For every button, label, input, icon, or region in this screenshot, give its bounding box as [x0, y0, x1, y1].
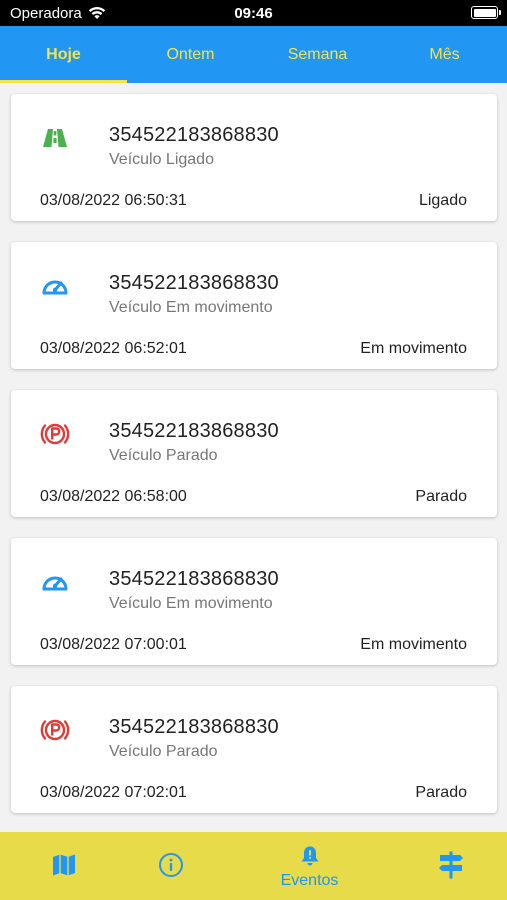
event-card[interactable]: 354522183868830 Veículo Parado 03/08/202… — [11, 686, 497, 813]
event-status: Em movimento — [360, 340, 467, 357]
speedometer-icon — [39, 566, 71, 598]
event-card[interactable]: 354522183868830 Veículo Em movimento 03/… — [11, 538, 497, 665]
info-icon — [158, 852, 184, 883]
event-card[interactable]: 354522183868830 Veículo Em movimento 03/… — [11, 242, 497, 369]
bottom-nav: Eventos — [0, 832, 507, 900]
map-icon — [51, 852, 77, 883]
parking-icon — [39, 714, 71, 746]
device-id: 354522183868830 — [109, 272, 279, 294]
event-datetime: 03/08/2022 06:50:31 — [40, 192, 187, 209]
event-card[interactable]: 354522183868830 Veículo Ligado 03/08/202… — [11, 94, 497, 221]
event-datetime: 03/08/2022 06:52:01 — [40, 340, 187, 357]
tab-ontem[interactable]: Ontem — [127, 26, 254, 83]
event-status: Ligado — [418, 192, 467, 209]
signpost-icon — [436, 850, 466, 885]
event-status: Em movimento — [360, 636, 467, 653]
tab-hoje[interactable]: Hoje — [0, 26, 127, 83]
battery-icon — [471, 6, 501, 19]
event-description: Veículo Parado — [109, 447, 218, 464]
event-description: Veículo Parado — [109, 743, 218, 760]
event-card[interactable]: 354522183868830 Veículo Parado 03/08/202… — [11, 390, 497, 517]
nav-info[interactable] — [107, 832, 234, 900]
event-datetime: 03/08/2022 06:58:00 — [40, 488, 187, 505]
top-tab-bar: Hoje Ontem Semana Mês — [0, 26, 507, 83]
event-description: Veículo Ligado — [109, 151, 214, 168]
event-description: Veículo Em movimento — [109, 299, 273, 316]
tab-mes[interactable]: Mês — [381, 26, 507, 83]
nav-directions[interactable] — [387, 832, 507, 900]
device-id: 354522183868830 — [109, 124, 279, 146]
event-list[interactable]: 354522183868830 Veículo Ligado 03/08/202… — [0, 83, 507, 832]
event-datetime: 03/08/2022 07:02:01 — [40, 784, 187, 801]
event-description: Veículo Em movimento — [109, 595, 273, 612]
speedometer-icon — [39, 270, 71, 302]
parking-icon — [39, 418, 71, 450]
status-bar: Operadora 09:46 — [0, 0, 507, 26]
event-datetime: 03/08/2022 07:00:01 — [40, 636, 187, 653]
device-id: 354522183868830 — [109, 568, 279, 590]
event-status: Parado — [415, 784, 467, 801]
device-id: 354522183868830 — [109, 716, 279, 738]
device-id: 354522183868830 — [109, 420, 279, 442]
event-status: Parado — [415, 488, 467, 505]
nav-eventos[interactable]: Eventos — [246, 832, 373, 900]
tab-semana[interactable]: Semana — [254, 26, 381, 83]
nav-eventos-label: Eventos — [280, 872, 339, 889]
clock: 09:46 — [234, 5, 273, 22]
bell-icon — [298, 844, 322, 873]
road-icon — [39, 122, 71, 154]
